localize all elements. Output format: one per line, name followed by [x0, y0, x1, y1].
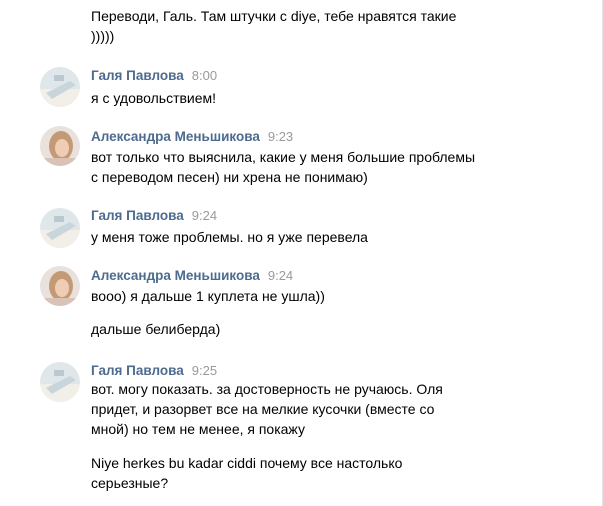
- message-line: вооо) я дальше 1 куплета не ушла)): [91, 288, 325, 304]
- message-header: Александра Меньшикова 9:23: [91, 129, 293, 144]
- author-name[interactable]: Галя Павлова: [91, 208, 184, 223]
- message-line: с переводом песен) ни хрена не понимаю): [91, 169, 368, 185]
- author-name[interactable]: Александра Меньшикова: [91, 268, 260, 283]
- message-time[interactable]: 9:24: [268, 268, 293, 283]
- author-name[interactable]: Галя Павлова: [91, 68, 184, 83]
- message-line: Переводи, Галь. Там штучки с diye, тебе …: [91, 8, 457, 24]
- message-time[interactable]: 9:25: [192, 363, 217, 378]
- message-line: серьезные?: [91, 475, 169, 491]
- message-header: Галя Павлова 9:25: [91, 363, 217, 378]
- message-line: у меня тоже проблемы. но я уже перевела: [91, 229, 368, 245]
- message-line: мной) но тем не менее, я покажу: [91, 421, 305, 437]
- message-text: я с удовольствием!: [91, 88, 521, 108]
- avatar-galya[interactable]: [40, 208, 80, 248]
- avatar-galya[interactable]: [40, 67, 80, 107]
- message-header: Галя Павлова 9:24: [91, 208, 217, 223]
- message-text: вооо) я дальше 1 куплета не ушла)): [91, 286, 521, 306]
- avatar-galya[interactable]: [40, 362, 80, 402]
- message-text: Переводи, Галь. Там штучки с diye, тебе …: [91, 6, 521, 46]
- message-line: придет, и разорвет все на мелкие кусочки…: [91, 401, 435, 417]
- message-text: вот только что выяснила, какие у меня бо…: [91, 147, 521, 187]
- message-line: дальше белиберда): [91, 321, 221, 337]
- message-time[interactable]: 9:23: [268, 129, 293, 144]
- message-text: дальше белиберда): [91, 319, 521, 339]
- message-line: ))))): [91, 28, 115, 44]
- message-header: Галя Павлова 8:00: [91, 68, 217, 83]
- avatar-aleksandra[interactable]: [40, 266, 80, 306]
- message-line: Niye herkes bu kadar ciddi почему все на…: [91, 455, 403, 471]
- message-time[interactable]: 8:00: [192, 68, 217, 83]
- message-line: вот только что выяснила, какие у меня бо…: [91, 149, 476, 165]
- author-name[interactable]: Александра Меньшикова: [91, 129, 260, 144]
- message-text: Niye herkes bu kadar ciddi почему все на…: [91, 453, 521, 493]
- avatar-aleksandra[interactable]: [40, 126, 80, 166]
- message-text: вот. могу показать. за достоверность не …: [91, 379, 521, 439]
- author-name[interactable]: Галя Павлова: [91, 363, 184, 378]
- message-line: я с удовольствием!: [91, 90, 217, 106]
- message-text: у меня тоже проблемы. но я уже перевела: [91, 227, 521, 247]
- message-line: вот. могу показать. за достоверность не …: [91, 381, 443, 397]
- message-time[interactable]: 9:24: [192, 208, 217, 223]
- message-header: Александра Меньшикова 9:24: [91, 268, 293, 283]
